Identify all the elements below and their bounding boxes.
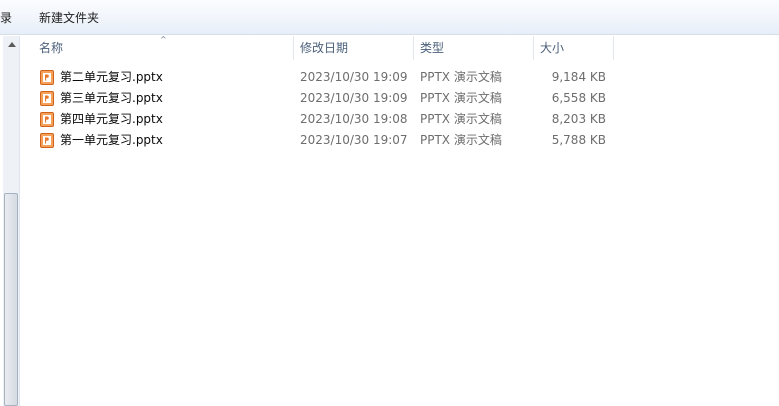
file-list: 第二单元复习.pptx 2023/10/30 19:09 PPTX 演示文稿 9… bbox=[21, 67, 779, 151]
pptx-file-icon bbox=[40, 70, 54, 85]
file-date: 2023/10/30 19:07 bbox=[300, 133, 408, 147]
file-row[interactable]: 第三单元复习.pptx 2023/10/30 19:09 PPTX 演示文稿 6… bbox=[21, 88, 779, 109]
column-header-row: ^ 名称 修改日期 类型 大小 bbox=[21, 36, 779, 60]
scrollbar-thumb[interactable] bbox=[4, 193, 18, 406]
column-header-type[interactable]: 类型 bbox=[420, 36, 444, 60]
sort-ascending-icon: ^ bbox=[160, 35, 167, 44]
file-type: PPTX 演示文稿 bbox=[420, 112, 502, 126]
column-header-date[interactable]: 修改日期 bbox=[300, 36, 348, 60]
file-date: 2023/10/30 19:09 bbox=[300, 91, 408, 105]
file-name: 第二单元复习.pptx bbox=[60, 70, 163, 84]
file-row[interactable]: 第二单元复习.pptx 2023/10/30 19:09 PPTX 演示文稿 9… bbox=[21, 67, 779, 88]
file-size: 6,558 KB bbox=[551, 91, 606, 105]
column-header-size[interactable]: 大小 bbox=[540, 36, 564, 60]
file-name: 第四单元复习.pptx bbox=[60, 112, 163, 126]
file-date: 2023/10/30 19:09 bbox=[300, 70, 408, 84]
toolbar-truncated-item[interactable]: 录 bbox=[0, 10, 12, 26]
file-name: 第三单元复习.pptx bbox=[60, 91, 163, 105]
column-divider[interactable] bbox=[413, 36, 414, 60]
file-name: 第一单元复习.pptx bbox=[60, 133, 163, 147]
file-row[interactable]: 第一单元复习.pptx 2023/10/30 19:07 PPTX 演示文稿 5… bbox=[21, 130, 779, 151]
pptx-file-icon bbox=[40, 133, 54, 148]
column-divider[interactable] bbox=[533, 36, 534, 60]
file-size: 9,184 KB bbox=[551, 70, 606, 84]
column-divider[interactable] bbox=[613, 36, 614, 60]
new-folder-button[interactable]: 新建文件夹 bbox=[39, 10, 99, 26]
file-type: PPTX 演示文稿 bbox=[420, 70, 502, 84]
file-date: 2023/10/30 19:08 bbox=[300, 112, 408, 126]
file-row[interactable]: 第四单元复习.pptx 2023/10/30 19:08 PPTX 演示文稿 8… bbox=[21, 109, 779, 130]
column-divider[interactable] bbox=[293, 36, 294, 60]
file-size: 5,788 KB bbox=[551, 133, 606, 147]
file-type: PPTX 演示文稿 bbox=[420, 91, 502, 105]
file-size: 8,203 KB bbox=[551, 112, 606, 126]
pptx-file-icon bbox=[40, 91, 54, 106]
column-header-name[interactable]: 名称 bbox=[39, 36, 63, 60]
pptx-file-icon bbox=[40, 112, 54, 127]
command-bar: 录 新建文件夹 bbox=[0, 0, 779, 35]
file-type: PPTX 演示文稿 bbox=[420, 133, 502, 147]
scroll-up-arrow-icon[interactable] bbox=[3, 38, 19, 52]
